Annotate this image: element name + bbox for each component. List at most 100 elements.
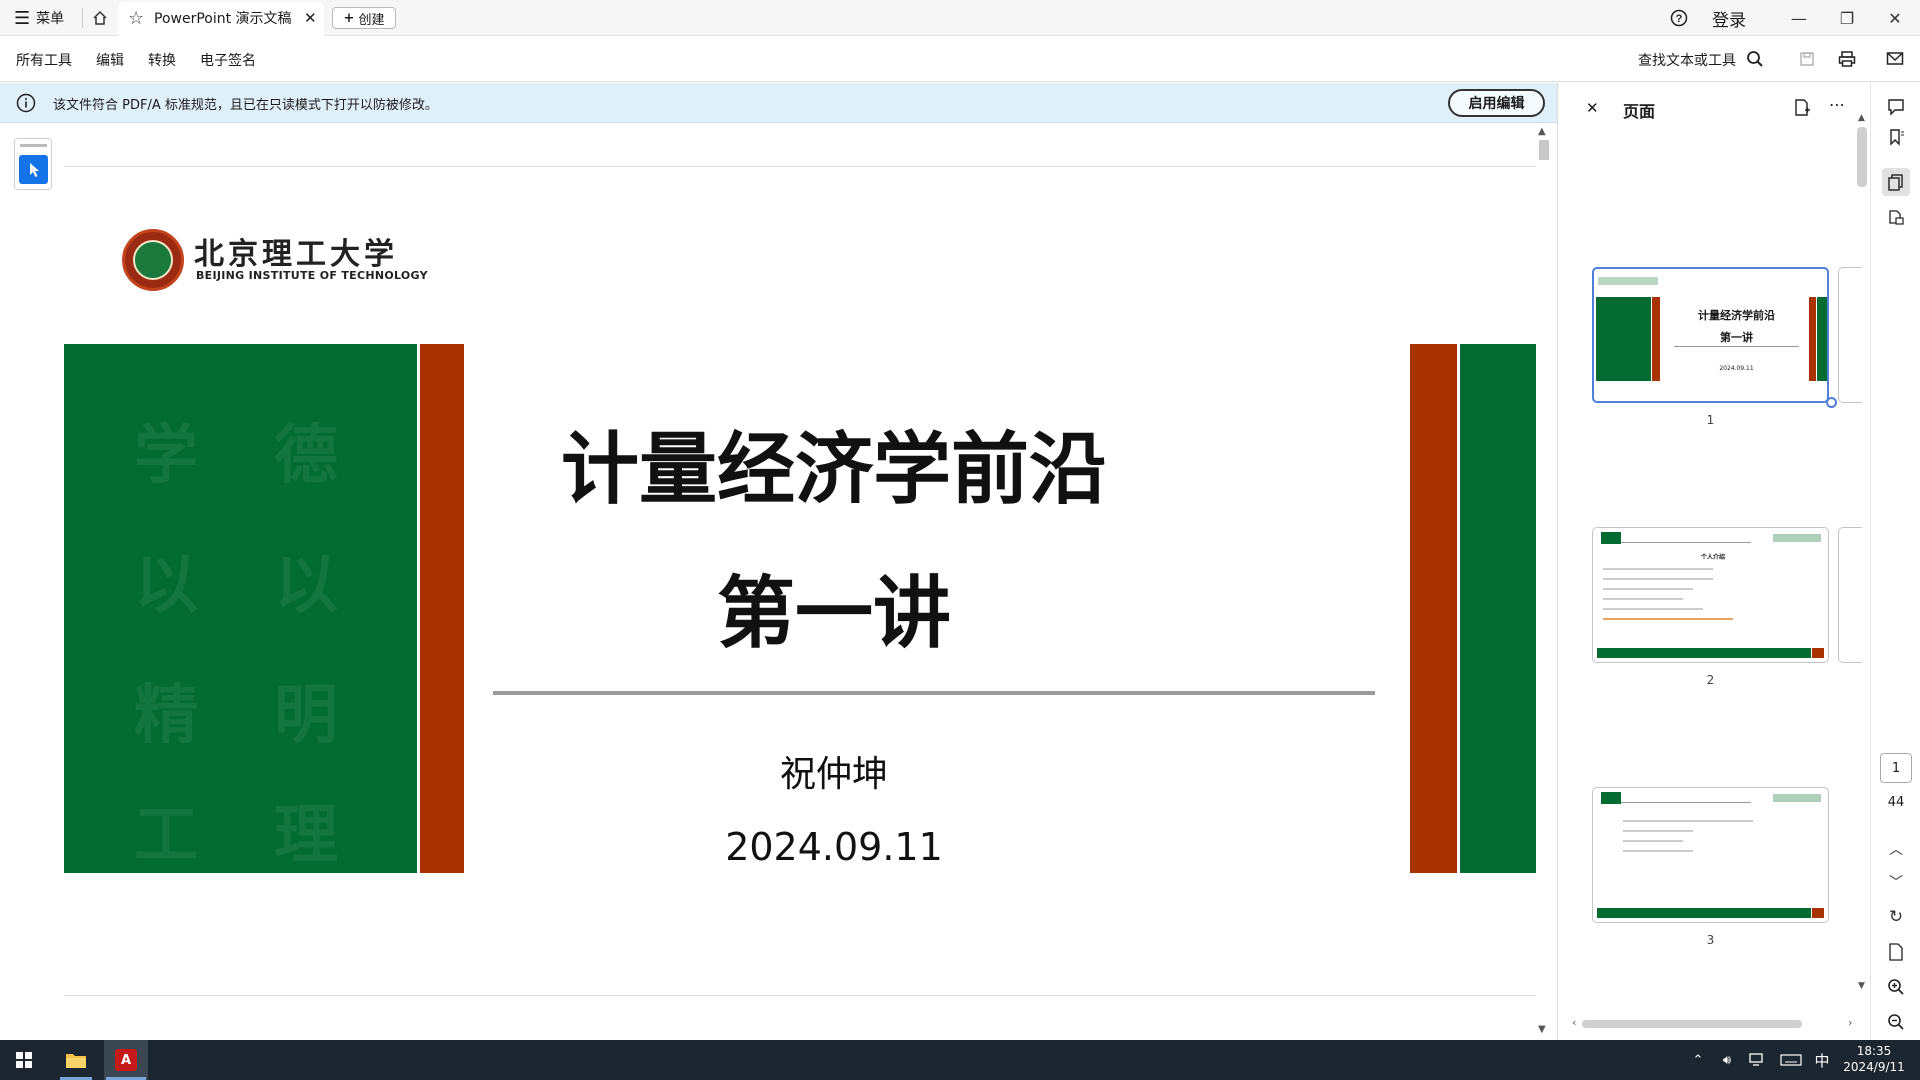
thumb-date: 2024.09.11 xyxy=(1719,365,1754,372)
star-icon: ☆ xyxy=(128,7,145,29)
pages-panel-button[interactable] xyxy=(1882,168,1910,196)
svg-text:?: ? xyxy=(1676,13,1683,25)
keyboard-icon xyxy=(1780,1054,1802,1066)
system-clock[interactable]: 18:35 2024/9/11 xyxy=(1834,1043,1914,1075)
save-icon xyxy=(1800,52,1814,66)
panel-scroll-thumb[interactable] xyxy=(1857,127,1867,187)
keyboard-button[interactable] xyxy=(1776,1040,1806,1080)
scroll-up-icon[interactable]: ▲ xyxy=(1538,126,1546,137)
menu-label: 菜单 xyxy=(36,11,65,27)
help-icon: ? xyxy=(1670,9,1688,27)
hamburger-menu-button[interactable]: ☰ 菜单 xyxy=(14,0,64,36)
resize-handle[interactable] xyxy=(1826,397,1837,408)
thumb-line xyxy=(1623,820,1753,822)
university-logo xyxy=(122,229,184,291)
page-thumbnail-2[interactable]: 个人介绍 xyxy=(1592,527,1829,663)
thumb-number-2: 2 xyxy=(1706,673,1715,687)
panel-horizontal-scrollbar[interactable]: ‹ › xyxy=(1572,1016,1857,1030)
selection-tool[interactable] xyxy=(14,138,52,190)
more-options-button[interactable]: ⋯ xyxy=(1829,95,1845,114)
volume-button[interactable]: 🔊︎ xyxy=(1714,1040,1740,1080)
thumb-line xyxy=(1623,830,1693,832)
zoom-in-button[interactable] xyxy=(1882,973,1910,1001)
menu-edit[interactable]: 编辑 xyxy=(96,50,124,70)
folder-icon xyxy=(66,1054,86,1068)
cursor-icon xyxy=(19,155,48,184)
right-green-panel xyxy=(1460,344,1540,873)
find-text-tools[interactable]: 查找文本或工具 xyxy=(1638,50,1736,70)
pages-icon xyxy=(1888,174,1903,191)
save-button[interactable] xyxy=(1796,48,1818,70)
menu-convert[interactable]: 转换 xyxy=(148,50,176,70)
logo-chinese-name: 北京理工大学 xyxy=(194,237,398,272)
menu-e-sign[interactable]: 电子签名 xyxy=(200,50,256,70)
hamburger-icon: ☰ xyxy=(14,7,31,29)
panel-scrollbar[interactable]: ▲ ▼ xyxy=(1856,113,1868,993)
tool-grip xyxy=(20,144,47,147)
attachment-lock-icon xyxy=(1889,210,1904,225)
print-button[interactable] xyxy=(1836,48,1858,70)
ime-indicator[interactable]: 中 xyxy=(1810,1040,1834,1080)
network-button[interactable] xyxy=(1744,1040,1770,1080)
create-button[interactable]: + 创建 xyxy=(332,7,396,29)
clock-time: 18:35 xyxy=(1856,1044,1892,1058)
search-button[interactable] xyxy=(1744,48,1766,70)
show-hidden-icons-button[interactable]: ⌃ xyxy=(1686,1040,1710,1080)
close-tab-button[interactable]: ✕ xyxy=(304,0,317,36)
panel-scroll-up-icon[interactable]: ▲ xyxy=(1858,113,1865,123)
page-export-button[interactable] xyxy=(1882,938,1910,966)
menu-all-tools[interactable]: 所有工具 xyxy=(16,50,72,70)
thumb-number-3: 3 xyxy=(1706,933,1715,947)
close-panel-button[interactable]: ✕ xyxy=(1586,99,1599,117)
insert-page-button[interactable] xyxy=(1793,99,1811,121)
thumb-logo xyxy=(1773,794,1821,802)
file-explorer-button[interactable] xyxy=(56,1040,96,1080)
slide-lecture-number: 第一讲 xyxy=(716,569,951,659)
thumb-line-link xyxy=(1603,618,1733,620)
menu-bar: 所有工具 编辑 转换 电子签名 查找文本或工具 xyxy=(0,36,1920,82)
panel-scroll-down-icon[interactable]: ▼ xyxy=(1858,981,1865,991)
favorite-star-button[interactable]: ☆ xyxy=(128,0,144,36)
login-button[interactable]: 登录 xyxy=(1712,0,1746,36)
slide-page: 北京理工大学 BEIJING INSTITUTE OF TECHNOLOGY 学… xyxy=(64,166,1540,996)
scroll-thumb[interactable] xyxy=(1539,140,1549,160)
notice-bar: 该文件符合 PDF/A 标准规范，且已在只读模式下打开以防被修改。 启用编辑 xyxy=(0,83,1557,123)
thumb-green-corner xyxy=(1601,792,1621,804)
slide-title: 计量经济学前沿 xyxy=(560,425,1107,515)
zoom-out-button[interactable] xyxy=(1882,1008,1910,1036)
rotate-button[interactable]: ↻ xyxy=(1882,903,1910,931)
acrobat-button[interactable]: A xyxy=(104,1040,148,1080)
current-page-input[interactable]: 1 xyxy=(1880,753,1912,783)
thumb-red-block xyxy=(1652,297,1660,381)
panel-scroll-right-icon[interactable]: › xyxy=(1848,1016,1852,1029)
panel-title: 页面 xyxy=(1623,102,1656,121)
document-area[interactable]: 北京理工大学 BEIJING INSTITUTE OF TECHNOLOGY 学… xyxy=(0,124,1557,1040)
more-icon: ⋯ xyxy=(1829,95,1845,114)
panel-scroll-left-icon[interactable]: ‹ xyxy=(1572,1016,1576,1029)
comment-button[interactable] xyxy=(1882,93,1910,121)
previous-page-button[interactable]: ︿ xyxy=(1882,835,1910,863)
page-thumbnail-1[interactable]: 计量经济学前沿 第一讲 2024.09.11 xyxy=(1592,267,1829,403)
start-button[interactable] xyxy=(0,1040,48,1080)
left-green-panel: 学 德 以 以 精 明 工 理 xyxy=(64,344,417,873)
home-icon xyxy=(93,10,107,25)
help-button[interactable]: ? xyxy=(1670,0,1688,36)
restore-icon: ❐ xyxy=(1839,8,1855,28)
enable-editing-button[interactable]: 启用编辑 xyxy=(1448,89,1545,117)
page-thumbnail-3[interactable] xyxy=(1592,787,1829,923)
chevron-up-icon: ︿ xyxy=(1889,842,1903,858)
bookmark-button[interactable] xyxy=(1882,123,1910,151)
document-scrollbar[interactable]: ▲ ▼ xyxy=(1536,124,1550,1040)
search-icon xyxy=(1747,51,1763,67)
scroll-down-icon[interactable]: ▼ xyxy=(1538,1024,1546,1035)
minimize-button[interactable]: — xyxy=(1776,0,1822,36)
thumb-green-block xyxy=(1596,297,1651,381)
minimize-icon: — xyxy=(1791,8,1807,28)
email-button[interactable] xyxy=(1884,48,1906,70)
next-page-button[interactable]: ﹀ xyxy=(1882,868,1910,896)
restore-button[interactable]: ❐ xyxy=(1824,0,1870,36)
attachments-button[interactable] xyxy=(1882,203,1910,231)
close-window-button[interactable]: ✕ xyxy=(1872,0,1918,36)
home-button[interactable] xyxy=(88,0,112,36)
panel-hscroll-thumb[interactable] xyxy=(1582,1020,1802,1028)
